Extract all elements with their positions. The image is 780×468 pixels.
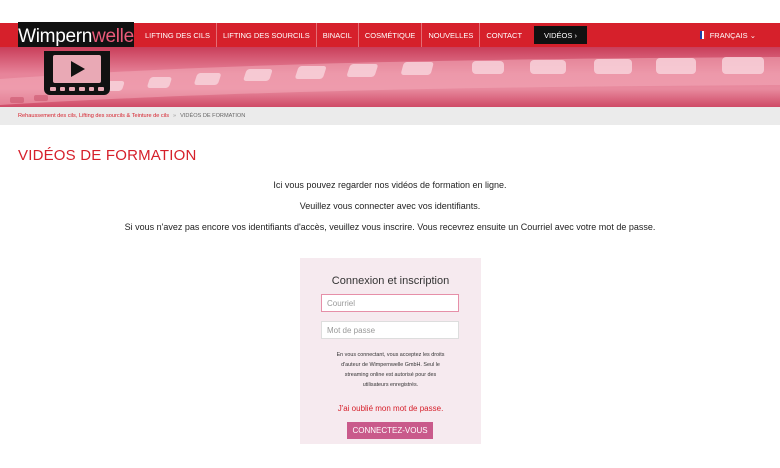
login-button[interactable]: CONNECTEZ-VOUS (347, 422, 433, 439)
french-flag-icon (699, 31, 706, 39)
nav-item-videos[interactable]: VIDÉOS › (534, 26, 587, 44)
page-title: VIDÉOS DE FORMATION (18, 147, 197, 164)
nav-item-cosmetique[interactable]: COSMÉTIQUE (357, 23, 421, 47)
legal-line-1: En vous connectant, vous acceptez les dr… (336, 352, 445, 358)
login-title: Connexion et inscription (331, 275, 450, 287)
main-nav: LIFTING DES CILS LIFTING DES SOURCILS BI… (139, 23, 587, 47)
nav-item-lifting-cils[interactable]: LIFTING DES CILS (139, 23, 216, 47)
login-panel: Connexion et inscription En vous connect… (300, 258, 481, 444)
nav-item-lifting-sourcils[interactable]: LIFTING DES SOURCILS (216, 23, 316, 47)
intro-line-1: Ici vous pouvez regarder nos vidéos de f… (273, 180, 507, 190)
legal-line-2: d'auteur de Wimpernwelle GmbH. Seul le (341, 362, 440, 368)
logo-text-part1: Wimpern (18, 25, 93, 47)
legal-notice: En vous connectant, vous acceptez les dr… (310, 350, 471, 390)
password-field[interactable] (321, 321, 459, 339)
legal-line-3: streaming online est autorisé pour des (344, 372, 437, 378)
nav-item-nouvelles[interactable]: NOUVELLES (421, 23, 479, 47)
language-label: FRANÇAIS ⌄ (709, 30, 756, 40)
intro-line-2: Veuillez vous connecter avec vos identif… (299, 201, 481, 211)
header-banner (0, 47, 780, 107)
legal-line-4: utilisateurs enregistrés. (362, 382, 419, 388)
intro-line-3: Si vous n'avez pas encore vos identifian… (124, 222, 656, 232)
breadcrumb-current: VIDÉOS DE FORMATION (180, 113, 246, 119)
nav-item-contact[interactable]: CONTACT (479, 23, 528, 47)
email-field[interactable] (321, 294, 459, 312)
language-selector[interactable]: FRANÇAIS ⌄ (699, 23, 756, 47)
film-strip-decoration (0, 57, 780, 105)
breadcrumb-separator: » (173, 113, 177, 119)
nav-item-binacil[interactable]: BINACIL (315, 23, 358, 47)
video-play-icon (44, 51, 110, 95)
breadcrumb: Rehaussement des cils, Lifting des sourc… (0, 107, 780, 125)
breadcrumb-home-link[interactable]: Rehaussement des cils, Lifting des sourc… (18, 113, 169, 119)
logo-text-part2: welle (92, 25, 134, 47)
forgot-password-link[interactable]: J'ai oublié mon mot de passe. (300, 404, 481, 413)
